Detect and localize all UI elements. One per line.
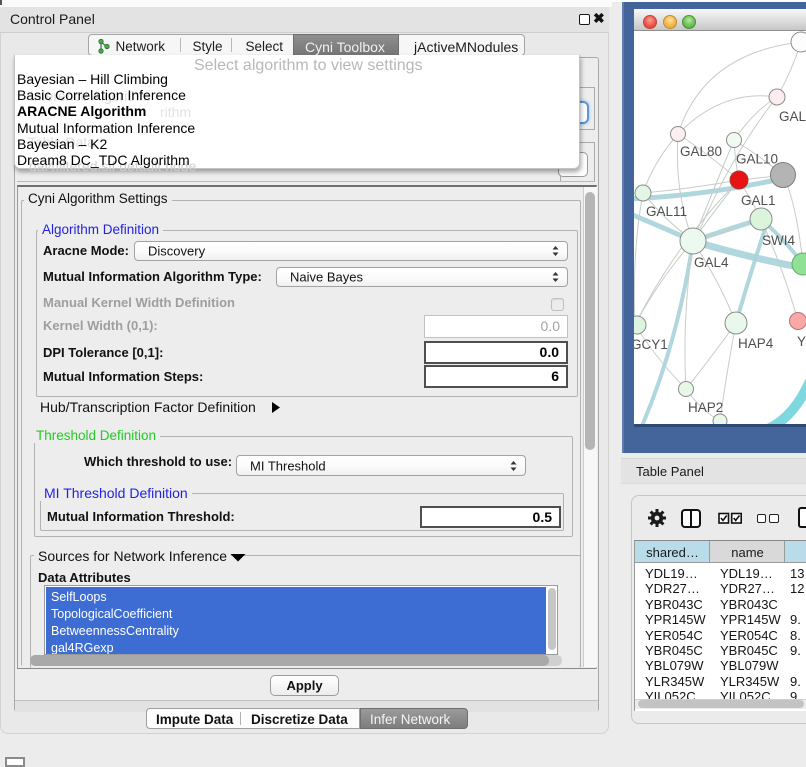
svg-text:GAL10: GAL10: [736, 152, 778, 167]
svg-text:GAL11: GAL11: [646, 204, 687, 219]
svg-text:GAL1: GAL1: [741, 193, 776, 208]
svg-text:HAP2: HAP2: [688, 400, 723, 415]
svg-text:Y: Y: [797, 334, 806, 349]
svg-text:HAP4: HAP4: [738, 336, 774, 351]
svg-text:GCY1: GCY1: [634, 337, 668, 352]
svg-text:GAL80: GAL80: [680, 144, 722, 159]
svg-text:GAL7: GAL7: [779, 109, 806, 124]
svg-text:SWI4: SWI4: [762, 233, 795, 248]
svg-text:GAL4: GAL4: [694, 255, 729, 270]
